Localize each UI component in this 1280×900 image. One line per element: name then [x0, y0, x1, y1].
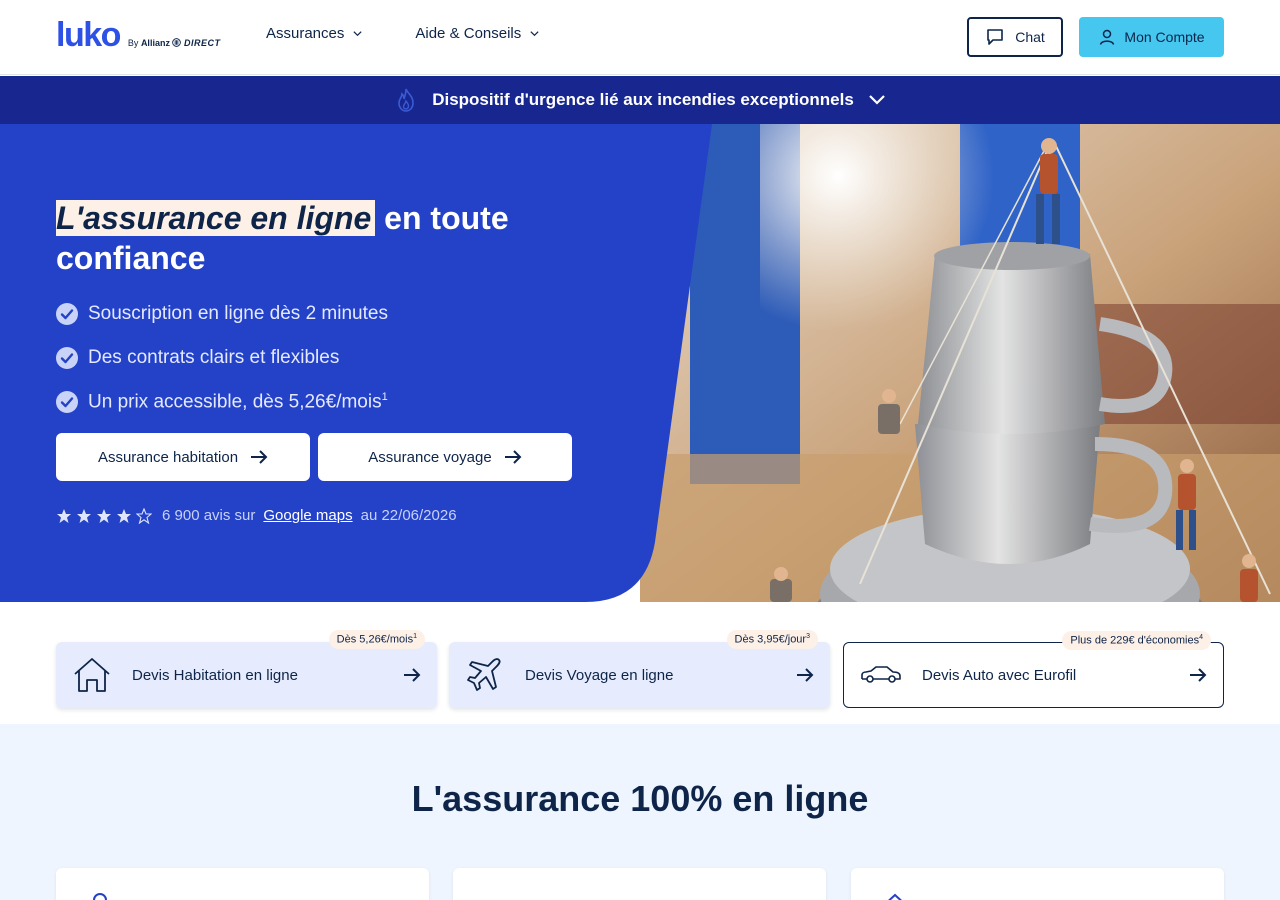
nav-assurances[interactable]: Assurances: [266, 25, 363, 42]
site-header: luko By Allianz DIRECT Assurances Aide &…: [0, 0, 1280, 75]
check-circle-icon: [56, 347, 78, 369]
check-circle-icon: [56, 391, 78, 413]
list-item: Des contrats clairs et flexibles: [56, 336, 388, 380]
emergency-banner[interactable]: Dispositif d'urgence lié aux incendies e…: [0, 76, 1280, 124]
home-insurance-label: Assurance habitation: [97, 448, 239, 466]
online-insurance-section: L'assurance 100% en ligne: [0, 724, 1280, 900]
travel-insurance-label: Assurance voyage: [368, 448, 492, 466]
nav-aide-conseils[interactable]: Aide & Conseils: [415, 25, 540, 42]
car-icon: [861, 666, 901, 683]
home-insurance-button[interactable]: Assurance habitation: [56, 433, 310, 481]
nav-aide-conseils-label: Aide & Conseils: [415, 25, 522, 42]
review-count: 6 900 avis sur: [162, 507, 256, 524]
travel-quote-card[interactable]: Devis Voyage en ligne Dès 3,95€/jour3: [449, 630, 830, 708]
travel-quote-label: Devis Voyage en ligne: [525, 666, 674, 684]
chevron-down-icon: [869, 95, 885, 105]
benefit-text: Des contrats clairs et flexibles: [88, 347, 340, 368]
plane-icon: [467, 658, 501, 691]
gauge-icon: [481, 890, 521, 900]
footnote-ref: 1: [381, 390, 388, 403]
banner-text: Dispositif d'urgence lié aux incendies e…: [432, 90, 854, 109]
luko-logo[interactable]: luko By Allianz DIRECT: [56, 18, 220, 52]
logo-wordmark: luko: [56, 16, 121, 54]
savings-badge: Plus de 229€ d'économies4: [1062, 631, 1211, 650]
home-quote-card[interactable]: Devis Habitation en ligne Dès 5,26€/mois…: [56, 630, 437, 708]
check-circle-icon: [56, 303, 78, 325]
feature-card: [453, 868, 826, 900]
star-rating: [56, 507, 152, 524]
hero-title: L'assurance en ligne en toute confiance: [56, 198, 616, 278]
my-account-button[interactable]: Mon Compte: [1079, 17, 1224, 57]
hero-benefits-list: Souscription en ligne dès 2 minutes Des …: [56, 292, 388, 424]
google-rating: 6 900 avis sur Google maps au 22/06/2026: [56, 507, 457, 524]
arrow-right-icon: [1190, 668, 1207, 682]
list-item: Souscription en ligne dès 2 minutes: [56, 292, 388, 336]
hero-title-highlight: L'assurance en ligne: [56, 200, 376, 236]
list-item: Un prix accessible, dès 5,26€/mois1: [56, 380, 388, 424]
home-quote-label: Devis Habitation en ligne: [132, 666, 298, 684]
main-nav: Assurances Aide & Conseils: [266, 25, 540, 42]
benefit-text: Souscription en ligne dès 2 minutes: [88, 303, 388, 324]
travel-insurance-button[interactable]: Assurance voyage: [318, 433, 572, 481]
star-filled-icon: [77, 508, 91, 523]
price-badge: Dès 5,26€/mois1: [328, 630, 425, 649]
allianz-eagle-icon: [172, 38, 182, 47]
chat-button-label: Chat: [1015, 29, 1045, 45]
star-empty-icon: [136, 507, 152, 524]
person-icon: [93, 893, 107, 900]
flame-icon: [398, 88, 414, 112]
house-icon: [74, 658, 110, 692]
arrow-right-icon: [504, 450, 522, 464]
arrow-right-icon: [251, 450, 268, 464]
feature-card: [851, 868, 1224, 900]
nav-assurances-label: Assurances: [266, 25, 345, 42]
chat-button[interactable]: Chat: [967, 17, 1063, 57]
star-filled-icon: [57, 508, 71, 523]
benefit-text: Un prix accessible, dès 5,26€/mois1: [88, 390, 388, 413]
my-account-label: Mon Compte: [1124, 29, 1205, 45]
chat-bubble-icon: [987, 29, 1004, 45]
arrow-right-icon: [404, 668, 421, 682]
home-icon: [888, 893, 902, 900]
feature-card: [56, 868, 429, 900]
price-badge: Dès 3,95€/jour3: [726, 630, 818, 649]
chevron-down-icon: [530, 31, 539, 37]
star-filled-icon: [97, 508, 111, 523]
auto-quote-label: Devis Auto avec Eurofil: [922, 666, 1077, 684]
quote-cards: Devis Habitation en ligne Dès 5,26€/mois…: [0, 602, 1280, 724]
arrow-right-icon: [797, 668, 814, 682]
star-filled-icon: [117, 508, 131, 523]
logo-byline: By Allianz DIRECT: [127, 38, 221, 48]
user-icon: [1100, 29, 1115, 45]
section-title: L'assurance 100% en ligne: [411, 778, 869, 819]
hero-section: L'assurance en ligne en toute confiance …: [0, 124, 1280, 602]
review-date: au 22/06/2026: [360, 507, 457, 524]
chevron-down-icon: [353, 31, 362, 37]
auto-quote-card[interactable]: Devis Auto avec Eurofil Plus de 229€ d'é…: [843, 631, 1224, 708]
google-maps-link[interactable]: Google maps: [263, 507, 352, 524]
